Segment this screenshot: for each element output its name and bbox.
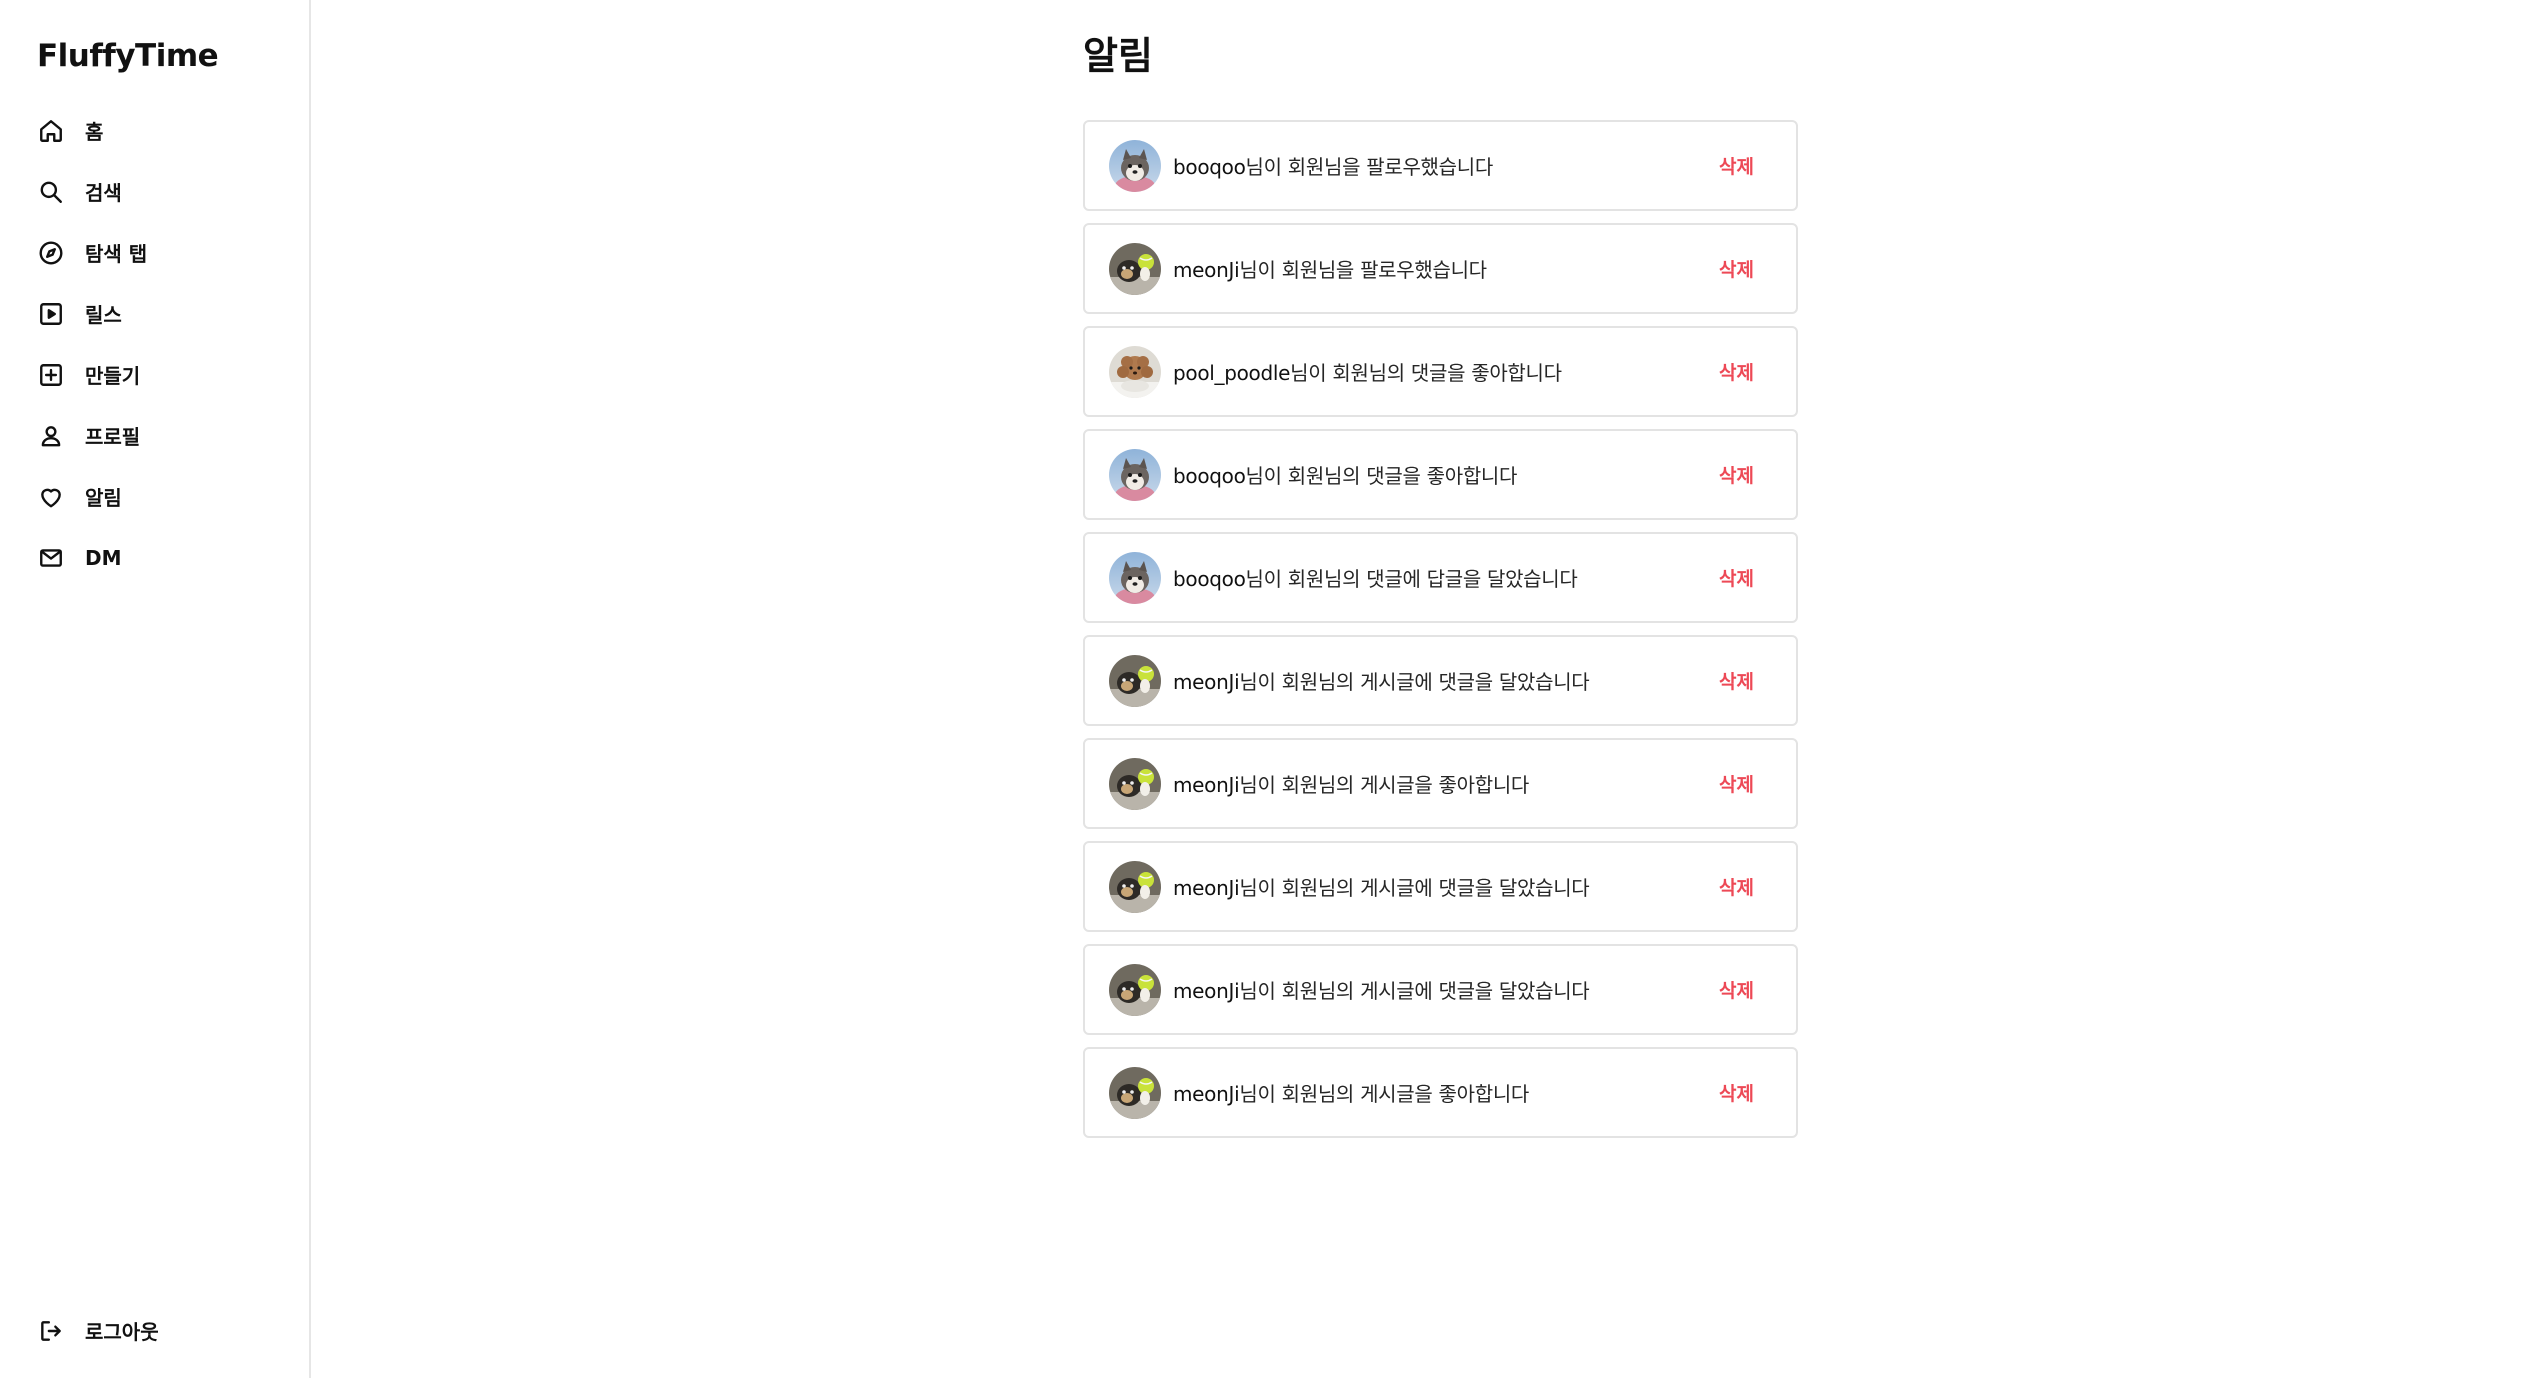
- notification-text: booqoo님이 회원님의 댓글에 답글을 달았습니다: [1173, 563, 1715, 592]
- sidebar-item-notifications[interactable]: 알림: [37, 466, 297, 527]
- notification-list: booqoo님이 회원님을 팔로우했습니다 삭제 meonJi님이 회원님을 팔로…: [1083, 120, 1798, 1150]
- search-icon: [37, 178, 65, 206]
- notification-message: 님이 회원님의 댓글에 답글을 달았습니다: [1245, 567, 1578, 591]
- sidebar-item-reels[interactable]: 릴스: [37, 283, 297, 344]
- notification-username[interactable]: booqoo: [1173, 155, 1246, 179]
- notification-text: meonJi님이 회원님의 게시글에 댓글을 달았습니다: [1173, 872, 1715, 901]
- sidebar-item-label: 검색: [85, 181, 122, 205]
- notification-username[interactable]: meonJi: [1173, 1082, 1240, 1106]
- notification-message: 님이 회원님의 게시글을 좋아합니다: [1239, 1082, 1530, 1106]
- sidebar-item-create[interactable]: 만들기: [37, 344, 297, 405]
- notification-text: booqoo님이 회원님의 댓글을 좋아합니다: [1173, 460, 1715, 489]
- sidebar-nav: 홈 검색 탐색 탭 릴스 만들기 프로필 알림 DM: [37, 100, 297, 588]
- sidebar-item-label: 탐색 탭: [85, 242, 148, 266]
- notification-item[interactable]: meonJi님이 회원님의 게시글을 좋아합니다 삭제: [1083, 738, 1798, 829]
- avatar[interactable]: [1109, 551, 1161, 604]
- notification-item[interactable]: meonJi님이 회원님의 게시글에 댓글을 달았습니다 삭제: [1083, 635, 1798, 726]
- notification-item[interactable]: meonJi님이 회원님의 게시글에 댓글을 달았습니다 삭제: [1083, 841, 1798, 932]
- sidebar-item-label: 알림: [85, 486, 122, 510]
- sidebar-item-label: 만들기: [85, 364, 141, 388]
- delete-button[interactable]: 삭제: [1715, 146, 1758, 185]
- notification-message: 님이 회원님의 게시글에 댓글을 달았습니다: [1239, 670, 1590, 694]
- notification-item[interactable]: pool_poodle님이 회원님의 댓글을 좋아합니다 삭제: [1083, 326, 1798, 417]
- sidebar-item-explore[interactable]: 탐색 탭: [37, 222, 297, 283]
- avatar[interactable]: [1109, 139, 1161, 192]
- notification-text: meonJi님이 회원님의 게시글에 댓글을 달았습니다: [1173, 975, 1715, 1004]
- notification-message: 님이 회원님의 게시글에 댓글을 달았습니다: [1239, 876, 1590, 900]
- notification-message: 님이 회원님의 댓글을 좋아합니다: [1290, 361, 1562, 385]
- brand-logo[interactable]: FluffyTime: [37, 36, 219, 76]
- delete-button[interactable]: 삭제: [1715, 249, 1758, 288]
- avatar[interactable]: [1109, 654, 1161, 707]
- notification-text: meonJi님이 회원님의 게시글을 좋아합니다: [1173, 769, 1715, 798]
- notification-text: meonJi님이 회원님의 게시글을 좋아합니다: [1173, 1078, 1715, 1107]
- notification-text: meonJi님이 회원님을 팔로우했습니다: [1173, 254, 1715, 283]
- home-icon: [37, 117, 65, 145]
- logout-button[interactable]: 로그아웃: [37, 1300, 159, 1361]
- sidebar-item-home[interactable]: 홈: [37, 100, 297, 161]
- reels-icon: [37, 300, 65, 328]
- sidebar-item-label: DM: [85, 545, 122, 570]
- notification-message: 님이 회원님을 팔로우했습니다: [1245, 155, 1494, 179]
- notification-message: 님이 회원님의 게시글을 좋아합니다: [1239, 773, 1530, 797]
- delete-button[interactable]: 삭제: [1715, 764, 1758, 803]
- delete-button[interactable]: 삭제: [1715, 661, 1758, 700]
- notification-item[interactable]: meonJi님이 회원님의 게시글을 좋아합니다 삭제: [1083, 1047, 1798, 1138]
- avatar[interactable]: [1109, 345, 1161, 398]
- notification-text: booqoo님이 회원님을 팔로우했습니다: [1173, 151, 1715, 180]
- sidebar-item-search[interactable]: 검색: [37, 161, 297, 222]
- notification-message: 님이 회원님의 댓글을 좋아합니다: [1245, 464, 1518, 488]
- sidebar-item-label: 프로필: [85, 425, 141, 449]
- notification-username[interactable]: meonJi: [1173, 670, 1240, 694]
- delete-button[interactable]: 삭제: [1715, 558, 1758, 597]
- sidebar-item-label: 릴스: [85, 303, 122, 327]
- notification-username[interactable]: pool_poodle: [1173, 361, 1290, 385]
- notification-username[interactable]: meonJi: [1173, 876, 1240, 900]
- mail-icon: [37, 544, 65, 572]
- notification-username[interactable]: booqoo: [1173, 567, 1246, 591]
- notification-username[interactable]: meonJi: [1173, 979, 1240, 1003]
- sidebar: FluffyTime 홈 검색 탐색 탭 릴스 만들기 프로필 알림 DM 로그…: [0, 0, 311, 1378]
- notification-item[interactable]: booqoo님이 회원님을 팔로우했습니다 삭제: [1083, 120, 1798, 211]
- notification-message: 님이 회원님의 게시글에 댓글을 달았습니다: [1239, 979, 1590, 1003]
- notification-item[interactable]: meonJi님이 회원님의 게시글에 댓글을 달았습니다 삭제: [1083, 944, 1798, 1035]
- avatar[interactable]: [1109, 448, 1161, 501]
- avatar[interactable]: [1109, 757, 1161, 810]
- delete-button[interactable]: 삭제: [1715, 1073, 1758, 1112]
- delete-button[interactable]: 삭제: [1715, 970, 1758, 1009]
- notification-username[interactable]: meonJi: [1173, 773, 1240, 797]
- sidebar-item-label: 홈: [85, 120, 104, 144]
- notification-item[interactable]: meonJi님이 회원님을 팔로우했습니다 삭제: [1083, 223, 1798, 314]
- compass-icon: [37, 239, 65, 267]
- page-title: 알림: [1083, 34, 1153, 78]
- notification-text: meonJi님이 회원님의 게시글에 댓글을 달았습니다: [1173, 666, 1715, 695]
- logout-label: 로그아웃: [85, 1320, 159, 1344]
- app-root: FluffyTime 홈 검색 탐색 탭 릴스 만들기 프로필 알림 DM 로그…: [0, 0, 2547, 1378]
- notification-username[interactable]: booqoo: [1173, 464, 1246, 488]
- sidebar-item-profile[interactable]: 프로필: [37, 405, 297, 466]
- logout-icon: [37, 1317, 65, 1345]
- notification-item[interactable]: booqoo님이 회원님의 댓글을 좋아합니다 삭제: [1083, 429, 1798, 520]
- sidebar-item-dm[interactable]: DM: [37, 527, 297, 588]
- user-icon: [37, 422, 65, 450]
- heart-icon: [37, 483, 65, 511]
- avatar[interactable]: [1109, 860, 1161, 913]
- plus-square-icon: [37, 361, 65, 389]
- notification-message: 님이 회원님을 팔로우했습니다: [1239, 258, 1487, 282]
- notification-item[interactable]: booqoo님이 회원님의 댓글에 답글을 달았습니다 삭제: [1083, 532, 1798, 623]
- delete-button[interactable]: 삭제: [1715, 352, 1758, 391]
- notification-username[interactable]: meonJi: [1173, 258, 1240, 282]
- avatar[interactable]: [1109, 963, 1161, 1016]
- notification-text: pool_poodle님이 회원님의 댓글을 좋아합니다: [1173, 357, 1715, 386]
- delete-button[interactable]: 삭제: [1715, 867, 1758, 906]
- avatar[interactable]: [1109, 1066, 1161, 1119]
- avatar[interactable]: [1109, 242, 1161, 295]
- delete-button[interactable]: 삭제: [1715, 455, 1758, 494]
